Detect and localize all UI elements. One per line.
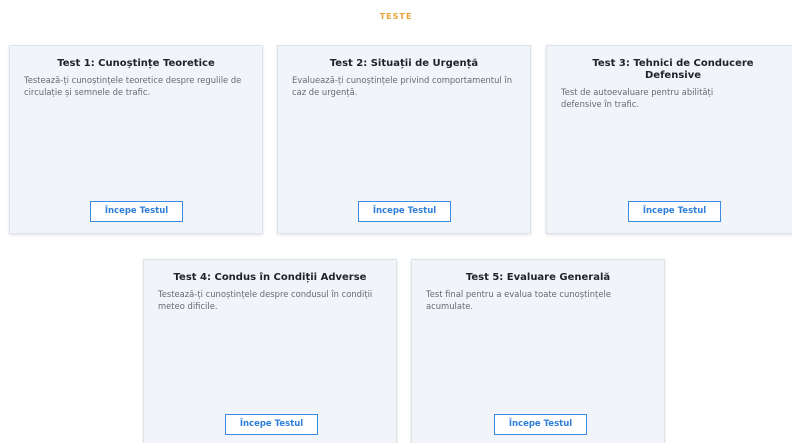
tests-page: TESTE Test 1: Cunoștințe Teoretice Teste… (0, 0, 792, 443)
test-card-2: Test 2: Situații de Urgență Evaluează-ți… (277, 45, 531, 234)
test-card-1: Test 1: Cunoștințe Teoretice Testează-ți… (9, 45, 263, 234)
test-card-title: Test 4: Condus în Condiții Adverse (173, 272, 367, 283)
test-card-3: Test 3: Tehnici de Conducere Defensive T… (546, 45, 792, 234)
section-title: TESTE (379, 12, 413, 21)
test-card-title: Test 3: Tehnici de Conducere Defensive (592, 58, 754, 81)
test-card-5: Test 5: Evaluare Generală Test final pen… (411, 259, 665, 443)
test-card-description: Test final pentru a evalua toate cunoști… (426, 289, 611, 311)
start-test-button-1[interactable]: Începe Testul (90, 201, 183, 222)
start-test-button-5[interactable]: Începe Testul (494, 414, 587, 435)
test-card-description: Test de autoevaluare pentru abilități de… (561, 87, 714, 109)
start-test-button-3[interactable]: Începe Testul (628, 201, 721, 222)
test-card-4: Test 4: Condus în Condiții Adverse Teste… (143, 259, 397, 443)
test-card-description: Testează-ți cunoștințele teoretice despr… (24, 75, 242, 97)
test-card-title: Test 5: Evaluare Generală (465, 272, 611, 283)
test-card-title: Test 2: Situații de Urgență (329, 58, 479, 69)
test-card-title: Test 1: Cunoștințe Teoretice (57, 58, 215, 69)
test-card-description: Testează-ți cunoștințele despre condusul… (158, 289, 373, 311)
test-card-description: Evaluează-ți cunoștințele privind compor… (292, 75, 513, 97)
start-test-button-4[interactable]: Începe Testul (225, 414, 318, 435)
start-test-button-2[interactable]: Începe Testul (358, 201, 451, 222)
